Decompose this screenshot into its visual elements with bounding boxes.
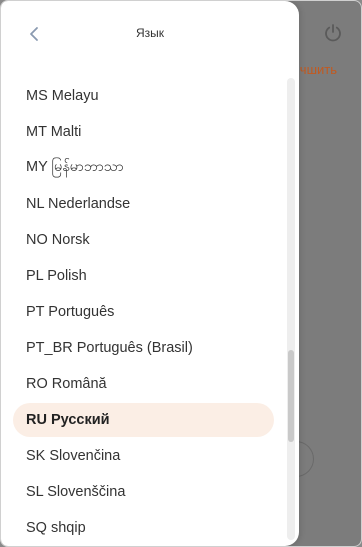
language-item[interactable]: SQ shqip xyxy=(1,510,283,546)
language-item[interactable]: SL Slovenščina xyxy=(1,474,283,510)
language-item-label: PT Português xyxy=(26,304,115,320)
language-item[interactable]: SK Slovenčina xyxy=(1,438,283,474)
language-item-label: NO Norsk xyxy=(26,232,90,248)
language-item[interactable]: PL Polish xyxy=(1,258,283,294)
language-item-label: SL Slovenščina xyxy=(26,484,126,500)
language-item[interactable]: MY မြန်မာဘာသာ xyxy=(1,150,283,186)
language-item[interactable]: RO Română xyxy=(1,366,283,402)
language-item-label: MY မြန်မာဘာသာ xyxy=(26,158,124,175)
language-item-label: MT Malti xyxy=(26,124,82,140)
background-link[interactable]: чшить xyxy=(299,62,361,77)
language-item-label: RO Română xyxy=(26,376,107,392)
drawer-header: Язык xyxy=(1,1,299,67)
language-item-selected[interactable]: RU Русский xyxy=(1,402,283,438)
background-header xyxy=(299,1,361,61)
language-list: MS Melayu MT Malti MY မြန်မာဘာသာ NL Nederla… xyxy=(1,78,283,546)
language-item-label: PL Polish xyxy=(26,268,87,284)
language-item-label: NL Nederlandse xyxy=(26,196,131,212)
language-item-label: SQ shqip xyxy=(26,520,86,536)
language-item[interactable]: NO Norsk xyxy=(1,222,283,258)
language-item-label: SK Slovenčina xyxy=(26,448,121,464)
language-item[interactable]: PT_BR Português (Brasil) xyxy=(1,330,283,366)
scrollbar[interactable] xyxy=(287,78,295,540)
language-item-label: RU Русский xyxy=(26,412,110,428)
power-icon[interactable] xyxy=(323,23,343,43)
language-item[interactable]: PT Português xyxy=(1,294,283,330)
language-item[interactable]: MT Malti xyxy=(1,114,283,150)
app-frame: чшить Язык MS Melayu MT Malti MY မြန်မာဘာသ… xyxy=(0,0,362,547)
language-item-label: MS Melayu xyxy=(26,88,99,104)
language-drawer: Язык MS Melayu MT Malti MY မြန်မာဘာသာ NL Ne… xyxy=(1,1,299,546)
language-item-label: PT_BR Português (Brasil) xyxy=(26,340,193,356)
language-item[interactable]: NL Nederlandse xyxy=(1,186,283,222)
language-item[interactable]: MS Melayu xyxy=(1,78,283,114)
scrollbar-thumb[interactable] xyxy=(288,350,294,442)
drawer-title: Язык xyxy=(135,26,165,40)
